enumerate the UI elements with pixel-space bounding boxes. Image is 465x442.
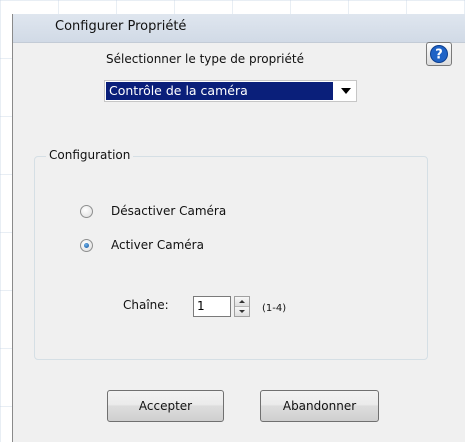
abort-button[interactable]: Abandonner (260, 390, 379, 422)
disable-camera-label[interactable]: Désactiver Caméra (111, 204, 226, 218)
configuration-groupbox (34, 156, 428, 360)
spin-down-icon[interactable] (235, 307, 249, 316)
channel-label: Chaîne: (123, 298, 169, 312)
property-type-selected-value: Contrôle de la caméra (106, 82, 333, 100)
window-title: Configurer Propriété (55, 19, 187, 34)
title-bar: Configurer Propriété (13, 14, 465, 43)
help-question-icon: ? (430, 45, 448, 63)
help-button[interactable]: ? (426, 42, 452, 66)
help-glyph: ? (435, 48, 443, 63)
property-type-label: Sélectionner le type de propriété (106, 52, 304, 66)
disable-camera-radio[interactable] (80, 205, 93, 218)
channel-range-hint: (1-4) (262, 303, 287, 314)
property-type-select[interactable]: Contrôle de la caméra (104, 80, 357, 102)
enable-camera-radio[interactable] (80, 239, 93, 252)
channel-spinner[interactable] (234, 296, 250, 317)
spin-up-icon[interactable] (235, 297, 249, 307)
channel-input[interactable]: 1 (193, 296, 231, 317)
enable-camera-label[interactable]: Activer Caméra (111, 238, 204, 252)
dropdown-arrow-icon[interactable] (341, 88, 351, 94)
accept-button[interactable]: Accepter (107, 390, 224, 422)
configuration-group-label: Configuration (46, 148, 134, 162)
